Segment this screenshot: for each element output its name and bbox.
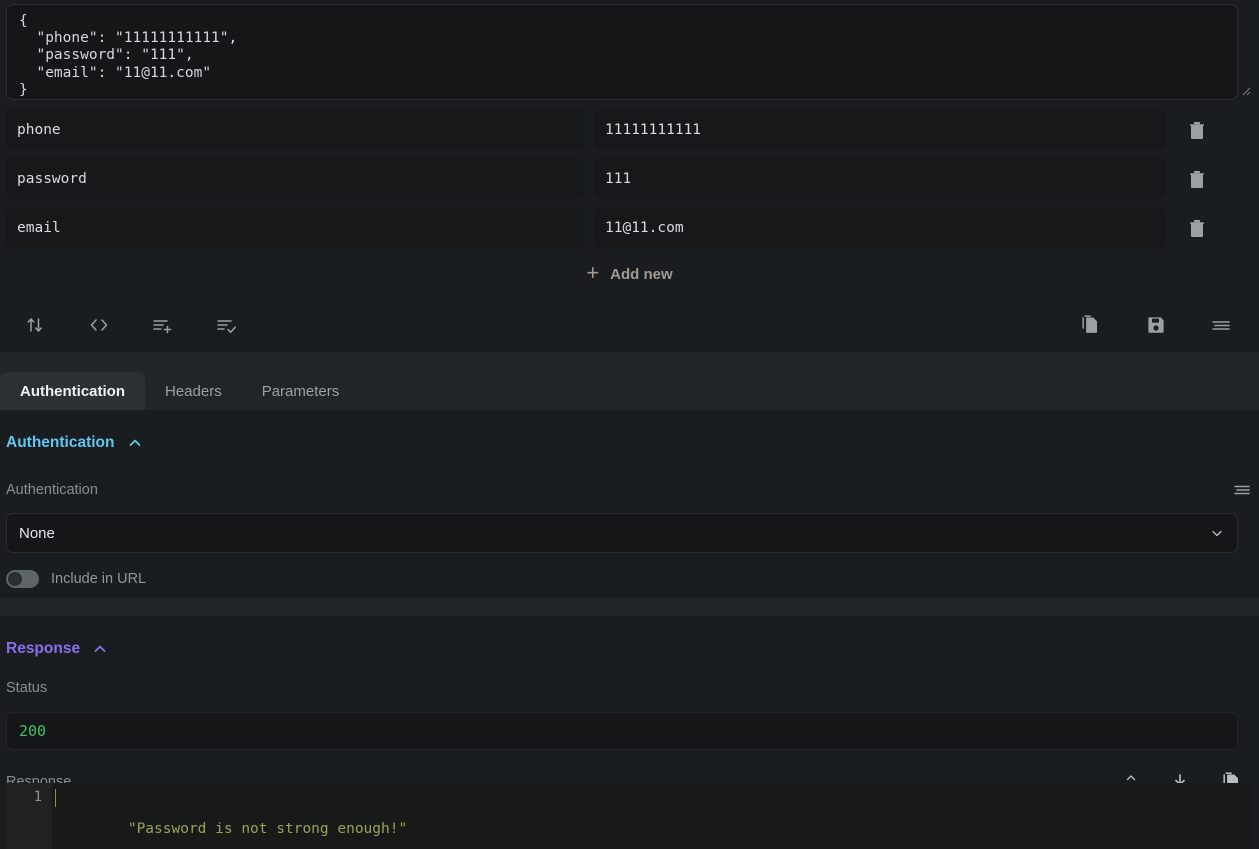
status-label: Status (6, 680, 48, 696)
authentication-type-value: None (19, 524, 55, 542)
table-row (0, 158, 1259, 199)
api-client-request-panel: { "phone": "11111111111", "password": "1… (0, 0, 1259, 849)
trash-icon[interactable] (1179, 161, 1215, 197)
authentication-section-title[interactable]: Authentication (6, 434, 115, 452)
list-check-icon[interactable] (208, 306, 246, 344)
trash-icon[interactable] (1179, 112, 1215, 148)
body-toolbar-left (16, 306, 246, 344)
trash-icon[interactable] (1179, 210, 1215, 246)
body-toolbar-right (1072, 306, 1240, 344)
kv-value-input[interactable] (594, 109, 1166, 150)
key-value-rows: + Add new (0, 101, 1259, 297)
sort-icon[interactable] (16, 306, 54, 344)
body-toolbar (0, 297, 1259, 352)
save-icon[interactable] (1137, 306, 1175, 344)
status-value-field: 200 (6, 712, 1238, 750)
response-body-text: "Password is not strong enough!" (52, 783, 1253, 849)
copy-icon[interactable] (1072, 306, 1110, 344)
toggle-knob (8, 572, 22, 586)
code-brackets-icon[interactable] (80, 306, 118, 344)
response-body-content: "Password is not strong enough!" (127, 821, 408, 837)
status-badge: 200 (19, 722, 47, 740)
authentication-panel: Authentication Authentication None Inclu… (0, 410, 1259, 598)
line-number-gutter: 1 (6, 783, 52, 849)
plus-icon: + (586, 260, 600, 285)
tab-label: Headers (165, 382, 222, 400)
section-divider (0, 598, 1259, 616)
request-body-section: { "phone": "11111111111", "password": "1… (0, 0, 1259, 101)
kv-key-input[interactable] (6, 158, 584, 199)
chevron-up-icon[interactable] (92, 641, 108, 657)
add-new-button[interactable]: + Add new (0, 261, 1259, 287)
authentication-section-header: Authentication (0, 428, 1259, 458)
format-icon[interactable] (1202, 306, 1240, 344)
format-lines-icon[interactable] (1231, 480, 1253, 500)
include-in-url-toggle[interactable] (6, 570, 39, 588)
include-in-url-row: Include in URL (6, 570, 1259, 588)
response-body-viewer[interactable]: 1 "Password is not strong enough!" (6, 783, 1253, 849)
kv-value-input[interactable] (594, 207, 1166, 248)
chevron-down-icon (1210, 526, 1224, 540)
include-in-url-label: Include in URL (51, 571, 147, 587)
authentication-field-row: Authentication (0, 476, 1259, 504)
tab-parameters[interactable]: Parameters (242, 372, 360, 410)
kv-value-input[interactable] (594, 158, 1166, 199)
tab-label: Authentication (20, 382, 125, 400)
tab-label: Parameters (261, 382, 340, 400)
table-row (0, 109, 1259, 150)
kv-key-input[interactable] (6, 207, 584, 248)
json-body-editor[interactable]: { "phone": "11111111111", "password": "1… (6, 4, 1238, 100)
request-tabs: Authentication Headers Parameters (0, 352, 1259, 410)
kv-key-input[interactable] (6, 109, 584, 150)
add-new-label: Add new (610, 265, 673, 283)
text-caret (55, 789, 56, 807)
resize-handle-icon[interactable] (1239, 84, 1251, 96)
list-add-icon[interactable] (144, 306, 182, 344)
response-section-header: Response (0, 634, 1259, 664)
chevron-up-icon[interactable] (127, 435, 143, 451)
authentication-field-label: Authentication (6, 482, 98, 498)
tab-authentication[interactable]: Authentication (0, 372, 145, 410)
tab-headers[interactable]: Headers (145, 372, 242, 410)
response-section-title[interactable]: Response (6, 640, 80, 658)
authentication-type-select[interactable]: None (6, 513, 1238, 553)
table-row (0, 207, 1259, 248)
status-label-row: Status (0, 674, 1259, 702)
response-panel: Response Status 200 Response 1 "Password… (0, 616, 1259, 849)
